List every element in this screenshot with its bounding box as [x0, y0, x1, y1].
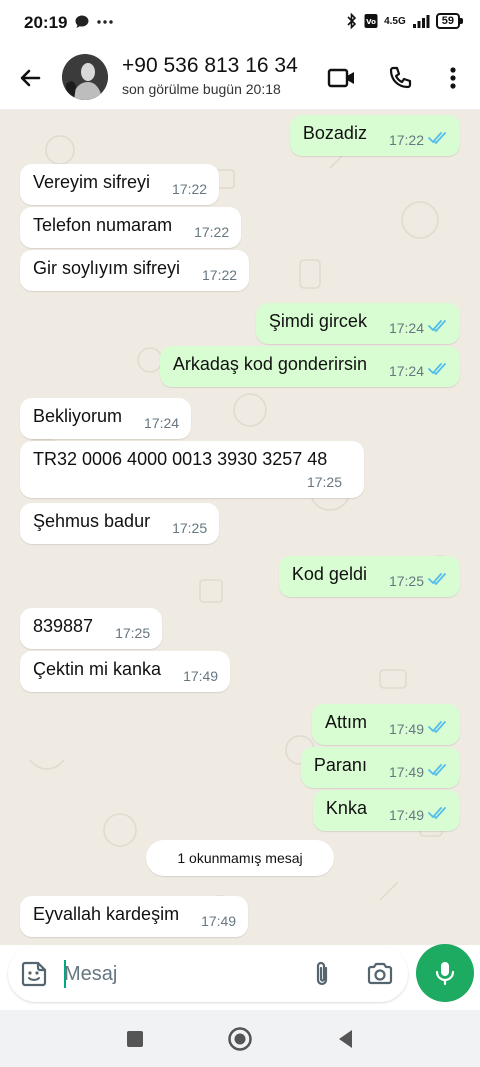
message-incoming[interactable]: Bekliyorum 17:24	[20, 398, 192, 439]
contact-name[interactable]: +90 536 813 16 34	[122, 54, 298, 78]
read-ticks-icon	[428, 320, 446, 333]
unread-messages-banner: 1 okunmamış mesaj	[146, 840, 334, 876]
read-ticks-icon	[428, 573, 446, 586]
back-nav-icon[interactable]	[330, 1024, 360, 1054]
message-outgoing[interactable]: Kod geldi 17:25	[278, 556, 460, 597]
message-outgoing[interactable]: Arkadaş kod gonderirsin 17:24	[159, 346, 460, 387]
message-text: Şimdi gircek	[268, 311, 367, 331]
message-time: 17:22	[172, 181, 208, 197]
more-options-icon[interactable]	[437, 62, 469, 94]
text-cursor	[64, 960, 66, 988]
read-ticks-icon	[428, 132, 446, 145]
message-text: Şehmus badur	[33, 511, 151, 531]
message-text: Çektin mi kanka	[33, 659, 162, 679]
message-text: Kod geldi	[291, 564, 367, 584]
chat-header: +90 536 813 16 34 son görülme bugün 20:1…	[0, 46, 480, 110]
read-ticks-icon	[428, 807, 446, 820]
message-text: Bekliyorum	[33, 406, 123, 426]
message-text: Gir soylıyım sifreyi	[33, 258, 181, 278]
status-bar: 20:19 Vo 4.5G 59	[0, 0, 480, 46]
last-seen-status: son görülme bugün 20:18	[122, 81, 281, 97]
message-time: 17:24	[388, 320, 424, 336]
message-time: 17:49	[201, 913, 237, 929]
message-incoming[interactable]: Gir soylıyım sifreyi 17:22	[20, 250, 250, 291]
message-outgoing[interactable]: Şimdi gircek 17:24	[255, 303, 460, 344]
message-incoming[interactable]: Çektin mi kanka 17:49	[20, 651, 231, 692]
message-time: 17:25	[388, 573, 424, 589]
message-time: 17:49	[388, 807, 424, 823]
message-text: 839887	[33, 616, 94, 636]
message-input[interactable]	[64, 959, 284, 989]
message-outgoing[interactable]: Attım 17:49	[311, 704, 460, 745]
bluetooth-icon	[347, 12, 357, 30]
read-ticks-icon	[428, 363, 446, 376]
read-ticks-icon	[428, 721, 446, 734]
message-time: 17:49	[388, 764, 424, 780]
chat-notification-icon	[75, 15, 89, 28]
message-outgoing[interactable]: Paranı 17:49	[300, 747, 460, 788]
message-time: 17:22	[388, 132, 424, 148]
attach-icon[interactable]	[308, 960, 336, 988]
message-text: TR32 0006 4000 0013 3930 3257 48	[33, 449, 328, 469]
microphone-icon	[435, 962, 455, 986]
message-text: Telefon numaram	[33, 215, 173, 235]
message-outgoing[interactable]: Knka 17:49	[312, 790, 460, 831]
system-navigation-bar	[0, 1010, 480, 1067]
message-time: 17:49	[183, 668, 219, 684]
network-type: 4.5G	[384, 15, 406, 27]
phone-icon[interactable]	[384, 62, 416, 94]
message-outgoing[interactable]: Bozadiz 17:22	[289, 115, 460, 156]
message-incoming[interactable]: TR32 0006 4000 0013 3930 3257 48 17:25	[20, 441, 364, 498]
emoji-sticker-icon[interactable]	[20, 960, 48, 988]
message-text: Vereyim sifreyi	[33, 172, 151, 192]
camera-icon[interactable]	[366, 960, 394, 988]
message-time: 17:22	[194, 224, 230, 240]
message-text: Paranı	[313, 755, 367, 775]
avatar[interactable]	[62, 54, 108, 100]
message-composer	[8, 946, 408, 1002]
microphone-button[interactable]	[416, 944, 474, 1002]
message-time: 17:24	[144, 415, 180, 431]
message-text: Eyvallah kardeşim	[33, 904, 180, 924]
recent-apps-icon[interactable]	[120, 1024, 150, 1054]
status-time: 20:19	[24, 13, 68, 32]
message-time: 17:22	[202, 267, 238, 283]
message-incoming[interactable]: 839887 17:25	[20, 608, 163, 649]
message-incoming[interactable]: Telefon numaram 17:22	[20, 207, 242, 248]
volte-icon: Vo	[364, 14, 378, 28]
message-time: 17:24	[388, 363, 424, 379]
message-incoming[interactable]: Eyvallah kardeşim 17:49	[20, 896, 249, 937]
signal-icon	[412, 15, 430, 28]
svg-text:Vo: Vo	[366, 18, 376, 26]
message-text: Arkadaş kod gonderirsin	[172, 354, 367, 374]
message-text: Attım	[324, 712, 367, 732]
message-incoming[interactable]: Vereyim sifreyi 17:22	[20, 164, 220, 205]
message-time: 17:49	[388, 721, 424, 737]
battery-indicator: 59	[435, 13, 464, 29]
home-icon[interactable]	[225, 1024, 255, 1054]
message-time: 17:25	[115, 625, 151, 641]
message-time: 17:25	[172, 520, 208, 536]
video-call-icon[interactable]	[326, 62, 358, 94]
chat-area[interactable]: Bozadiz 17:22 Vereyim sifreyi 17:22 Telefo…	[0, 110, 480, 945]
message-incoming[interactable]: Şehmus badur 17:25	[20, 503, 220, 544]
read-ticks-icon	[428, 764, 446, 777]
back-arrow-icon[interactable]	[14, 62, 46, 94]
more-notifications-icon	[97, 20, 113, 24]
message-time: 17:25	[306, 474, 342, 490]
message-text: Bozadiz	[302, 123, 367, 143]
message-text: Knka	[325, 798, 367, 818]
